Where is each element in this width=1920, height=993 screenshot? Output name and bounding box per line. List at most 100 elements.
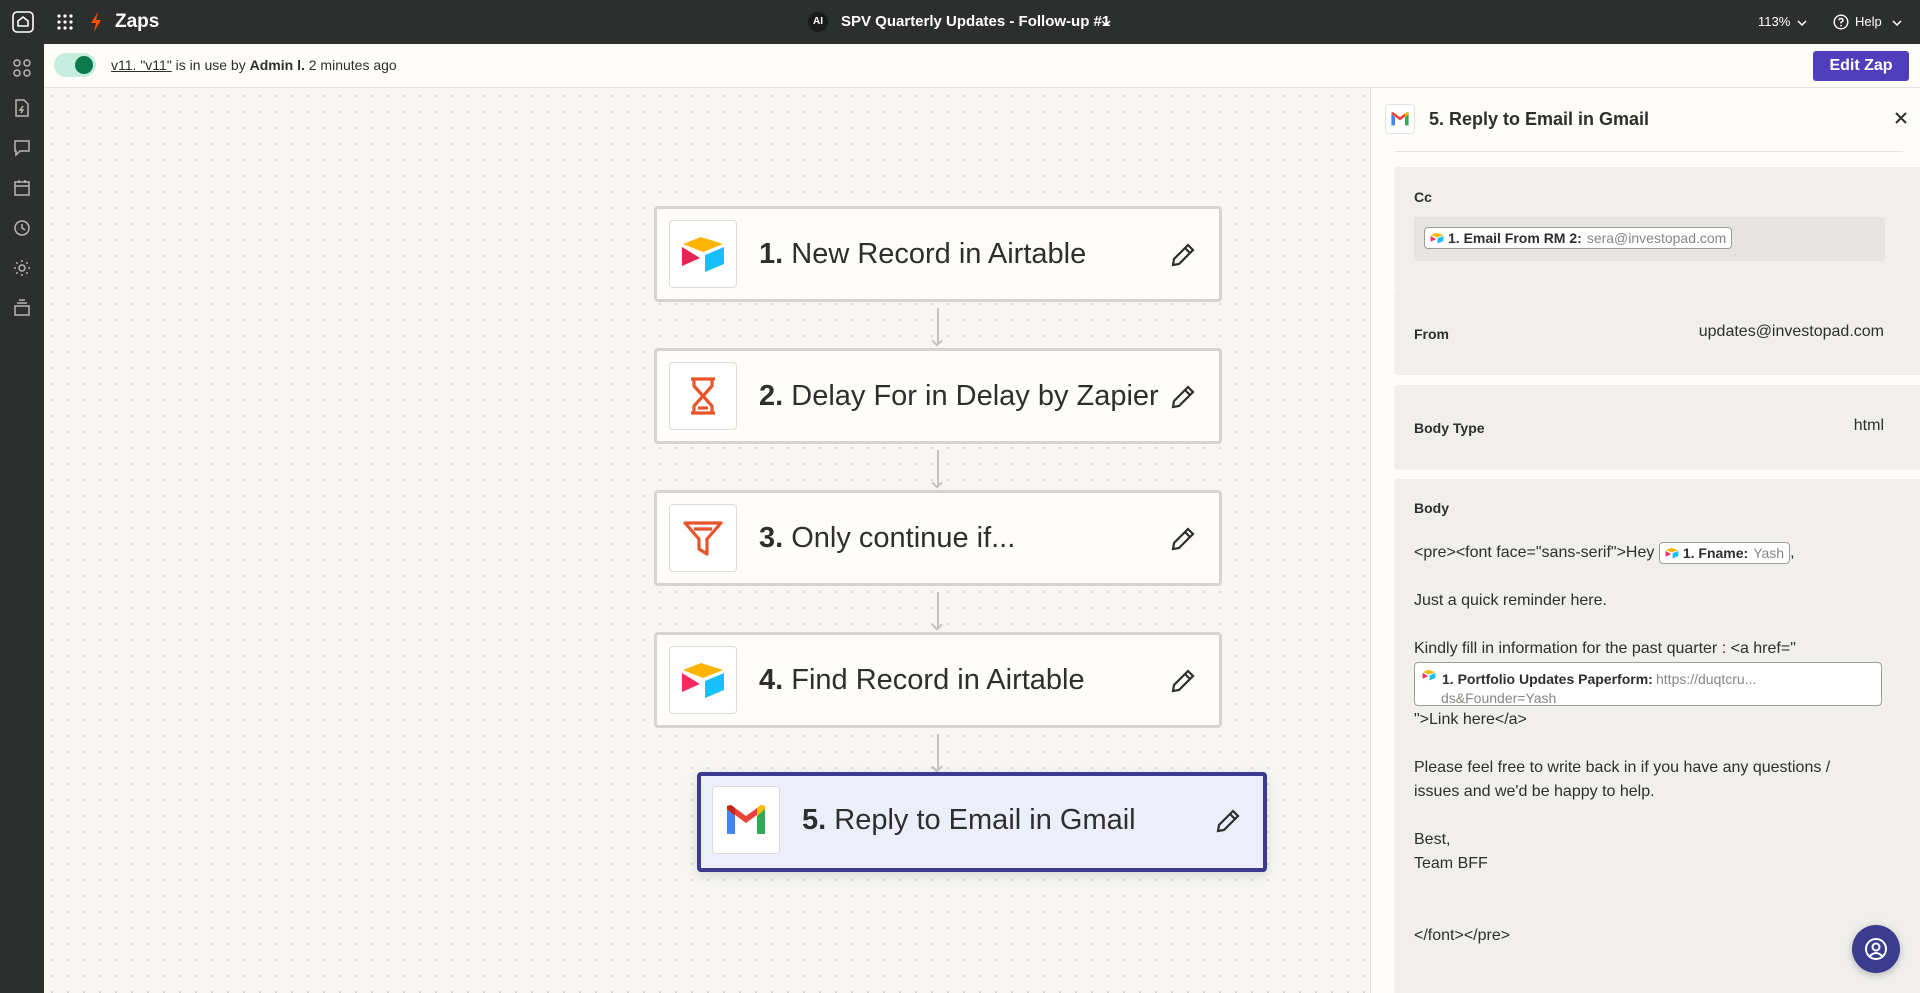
version-status-text: v11. "v11" is in use by Admin l. 2 minut… — [111, 57, 397, 73]
body-line-empty — [1414, 565, 1894, 589]
step-card-5[interactable]: 5. Reply to Email in Gmail — [697, 772, 1267, 872]
body-line-empty — [1414, 613, 1894, 637]
body-line-empty — [1414, 900, 1894, 924]
body-editor[interactable]: <pre><font face="sans-serif">Hey 1. Fnam… — [1414, 541, 1894, 948]
pill-value: https://duqtcru... — [1656, 671, 1757, 687]
layers-icon[interactable] — [10, 296, 34, 320]
from-value[interactable]: updates@investopad.com — [1699, 323, 1884, 341]
step-connector — [937, 592, 939, 628]
body-text-segment: , — [1790, 544, 1795, 561]
step-connector — [937, 734, 939, 770]
zoom-level[interactable]: 113% — [1758, 14, 1790, 29]
step-number: 5. — [802, 804, 827, 836]
chevron-down-icon[interactable] — [1100, 16, 1112, 28]
cc-field: Cc 1. Email From RM 2: sera@investopad.co… — [1394, 167, 1920, 290]
pill-value: Yash — [1753, 544, 1785, 561]
pencil-edit-icon[interactable] — [1169, 383, 1197, 411]
step-label-1: 1. New Record in Airtable — [759, 238, 1086, 271]
left-sidebar — [0, 44, 44, 993]
airtable-icon — [1422, 669, 1436, 681]
body-type-field: Body Type html — [1394, 385, 1920, 470]
support-chat-button[interactable] — [1852, 925, 1900, 973]
step-card-1[interactable]: 1. New Record in Airtable — [654, 206, 1222, 302]
pill-label: 1. Email From RM 2: — [1448, 230, 1582, 246]
brand-zaps[interactable]: Zaps — [115, 11, 159, 33]
step-title: New Record in Airtable — [783, 238, 1087, 270]
version-link[interactable]: v11. "v11" — [111, 57, 172, 73]
file-zap-icon[interactable] — [10, 96, 34, 120]
status-user: Admin l. — [249, 57, 305, 73]
zap-on-toggle[interactable] — [54, 53, 96, 77]
version-status-bar: v11. "v11" is in use by Admin l. 2 minut… — [44, 44, 1920, 88]
body-field: Body <pre><font face="sans-serif">Hey 1.… — [1394, 479, 1920, 993]
cc-input[interactable]: 1. Email From RM 2: sera@investopad.com — [1414, 217, 1885, 261]
body-line-empty — [1414, 876, 1894, 900]
step-label-3: 3. Only continue if... — [759, 522, 1015, 555]
body-line-empty — [1414, 804, 1894, 828]
history-icon[interactable] — [10, 216, 34, 240]
close-icon[interactable] — [1893, 110, 1909, 126]
body-line: Best, — [1414, 831, 1451, 848]
url-pill[interactable]: 1. Portfolio Updates Paperform: https://… — [1414, 662, 1882, 706]
body-type-label: Body Type — [1414, 420, 1485, 436]
step-card-3[interactable]: 3. Only continue if... — [654, 490, 1222, 586]
step-label-2: 2. Delay For in Delay by Zapier — [759, 380, 1159, 413]
pill-value: ds&Founder=Yash — [1441, 690, 1557, 706]
cc-label: Cc — [1414, 189, 1432, 205]
cc-value-pill[interactable]: 1. Email From RM 2: sera@investopad.com — [1424, 227, 1733, 249]
calendar-icon[interactable] — [10, 176, 34, 200]
body-line: Please feel free to write back in if you… — [1414, 759, 1831, 776]
step-number: 4. — [759, 664, 784, 696]
divider — [1395, 151, 1903, 152]
panel-header: 5. Reply to Email in Gmail — [1371, 88, 1920, 152]
edit-zap-button[interactable]: Edit Zap — [1813, 51, 1909, 81]
comment-icon[interactable] — [10, 136, 34, 160]
pencil-edit-icon[interactable] — [1214, 807, 1242, 835]
pencil-edit-icon[interactable] — [1169, 525, 1197, 553]
step-title: Delay For in Delay by Zapier — [783, 380, 1159, 412]
status-text-a: is in use by — [171, 57, 250, 73]
apps-icon[interactable] — [10, 56, 34, 80]
body-label: Body — [1414, 500, 1449, 516]
help-circle-icon[interactable] — [1833, 14, 1849, 30]
from-label: From — [1414, 326, 1449, 342]
body-line: <pre><font face="sans-serif">Hey 1. Fnam… — [1414, 541, 1894, 565]
airtable-icon — [1665, 547, 1679, 559]
settings-icon[interactable] — [10, 256, 34, 280]
pencil-edit-icon[interactable] — [1169, 241, 1197, 269]
support-icon — [1865, 938, 1887, 960]
gmail-icon — [712, 786, 780, 854]
airtable-icon — [669, 220, 737, 288]
step-label-5: 5. Reply to Email in Gmail — [802, 804, 1136, 837]
status-text-b: 2 minutes ago — [304, 57, 397, 73]
pill-label: 1. Fname: — [1682, 544, 1749, 561]
help-menu[interactable]: Help — [1855, 14, 1882, 29]
pencil-edit-icon[interactable] — [1169, 667, 1197, 695]
step-card-2[interactable]: 2. Delay For in Delay by Zapier — [654, 348, 1222, 444]
airtable-icon — [1430, 232, 1444, 244]
home-icon[interactable] — [11, 10, 35, 34]
chevron-down-icon[interactable] — [1796, 16, 1808, 28]
chevron-down-icon[interactable] — [1891, 16, 1903, 28]
fname-pill[interactable]: 1. Fname: Yash — [1658, 541, 1791, 564]
step-details-panel: 5. Reply to Email in Gmail Cc 1. Email F… — [1370, 88, 1920, 993]
body-line-empty — [1414, 732, 1894, 756]
filter-icon — [669, 504, 737, 572]
body-line: Just a quick reminder here. — [1414, 592, 1607, 609]
gmail-icon — [1385, 104, 1415, 134]
body-line: </font></pre> — [1414, 927, 1511, 944]
step-card-4[interactable]: 4. Find Record in Airtable — [654, 632, 1222, 728]
body-text-segment: <pre><font face="sans-serif">Hey — [1414, 544, 1659, 561]
from-field: From updates@investopad.com — [1394, 290, 1920, 375]
pill-value: sera@investopad.com — [1586, 230, 1727, 246]
body-line: Kindly fill in information for the past … — [1414, 640, 1796, 657]
step-title: Reply to Email in Gmail — [826, 804, 1136, 836]
hourglass-delay-icon — [669, 362, 737, 430]
body-type-value[interactable]: html — [1854, 417, 1884, 435]
top-bar: Zaps AI SPV Quarterly Updates - Follow-u… — [0, 0, 1920, 44]
zap-title[interactable]: SPV Quarterly Updates - Follow-up #1 — [841, 13, 1110, 30]
ai-badge: AI — [808, 12, 828, 32]
app-grid-icon[interactable] — [56, 13, 74, 31]
step-label-4: 4. Find Record in Airtable — [759, 664, 1085, 697]
step-number: 2. — [759, 380, 784, 412]
